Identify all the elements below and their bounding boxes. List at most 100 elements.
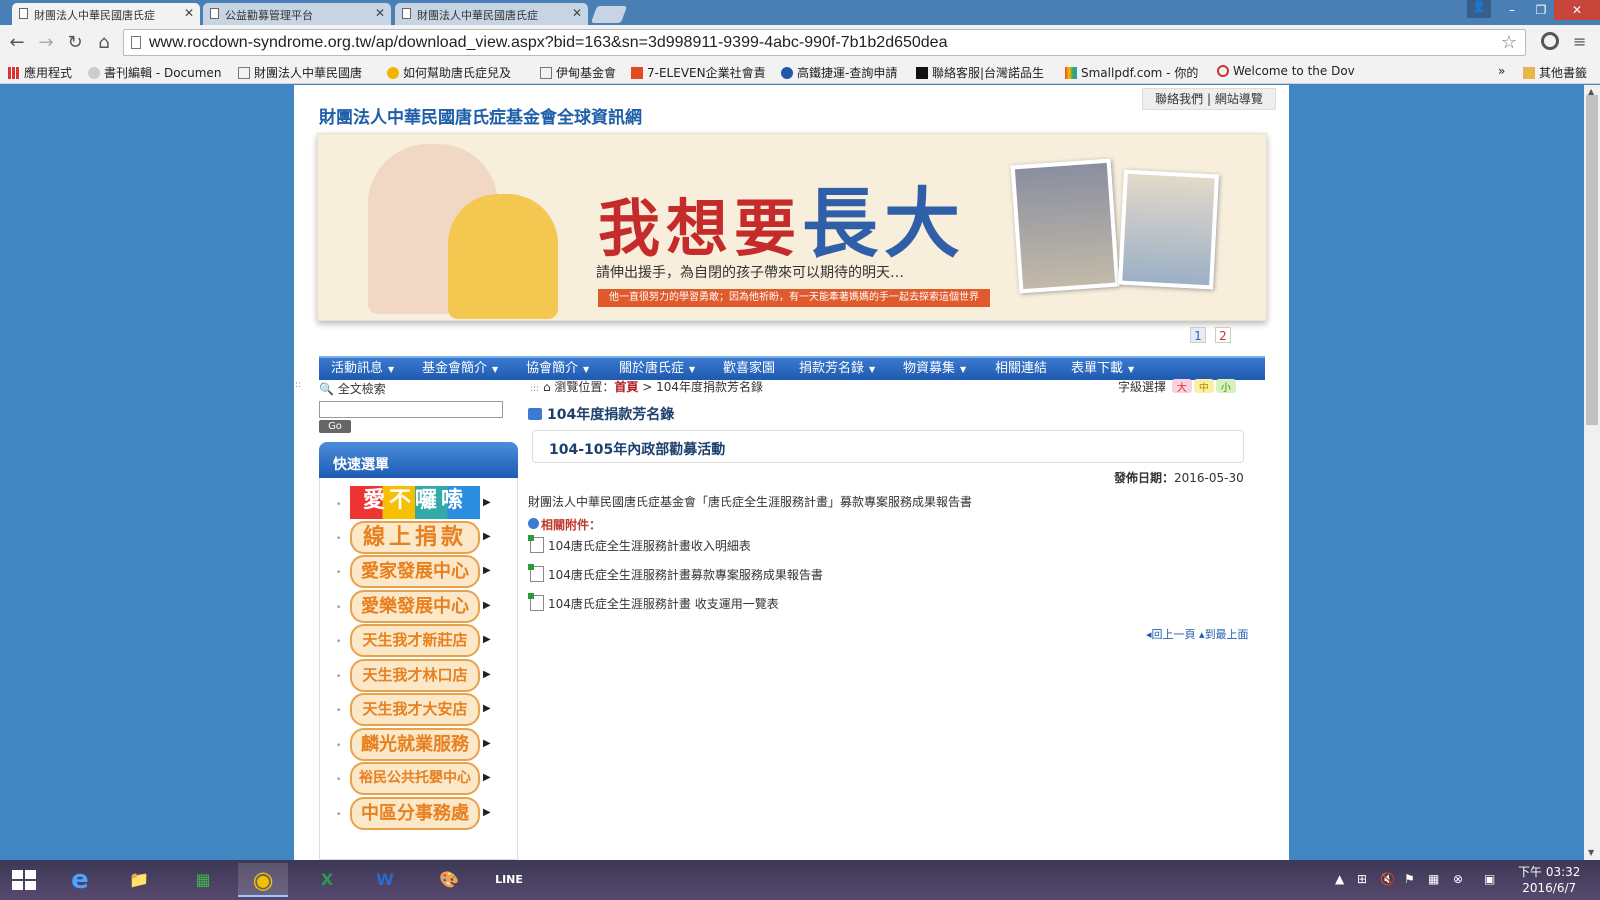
bookmark-item[interactable]: 聯絡客服|台灣諾品生 [916, 64, 1054, 81]
nav-item[interactable]: 活動訊息 ▼ [331, 358, 394, 381]
tab-2[interactable]: 財團法人中華民國唐氏症 ✕ [395, 3, 588, 25]
notification-icon[interactable]: ▣ [1484, 872, 1495, 886]
publish-date: 發佈日期：2016-05-30 [1114, 469, 1244, 486]
chrome-icon[interactable]: ◉ [238, 863, 288, 897]
search-go-button[interactable]: Go [319, 420, 351, 433]
bookmark-label: 伊甸基金會 [556, 66, 617, 80]
reload-icon[interactable]: ↻ [63, 31, 87, 55]
ie-icon[interactable]: e [55, 863, 105, 897]
windows-flag-icon[interactable]: ⊞ [1357, 872, 1367, 886]
nav-item[interactable]: 基金會簡介 ▼ [422, 358, 498, 381]
banner-page-1[interactable]: 1 [1190, 327, 1206, 343]
user-icon[interactable]: 👤 [1467, 0, 1491, 18]
nav-item[interactable]: 捐款芳名錄 ▼ [799, 358, 875, 381]
clock[interactable]: 下午 03:32 2016/6/7 [1518, 864, 1580, 896]
quick-menu-item[interactable]: 愛樂發展中心 [350, 590, 480, 623]
bookmarks-overflow[interactable]: » [1498, 64, 1505, 78]
font-size-selector: 字級選擇 大中小 [1118, 378, 1236, 395]
excel-icon[interactable]: X [302, 863, 352, 897]
start-button[interactable] [12, 870, 36, 890]
bookmark-favicon-icon [1065, 67, 1077, 79]
close-icon[interactable]: ✕ [572, 6, 582, 20]
scrollbar[interactable]: ▲ ▼ [1584, 85, 1600, 860]
attachment-link[interactable]: 104唐氏症全生涯服務計畫 收支運用一覽表 [528, 593, 779, 612]
bookmark-item[interactable]: Smallpdf.com - 你的 [1065, 64, 1203, 81]
file-explorer-icon[interactable]: 📁 [114, 863, 164, 897]
flag-icon[interactable]: ⚑ [1404, 872, 1415, 886]
scrollbar-thumb[interactable] [1586, 95, 1598, 425]
breadcrumb-home-link[interactable]: 首頁 [614, 380, 638, 394]
nav-item[interactable]: 相關連結 [995, 358, 1047, 380]
close-circle-icon[interactable]: ⊗ [1453, 872, 1463, 886]
main-nav: 活動訊息 ▼ 基金會簡介 ▼ 協會簡介 ▼ 關於唐氏症 ▼ 歡喜家園 捐款芳名錄 ▼ 物資… [319, 356, 1265, 380]
tab-strip: 財團法人中華民國唐氏症 ✕ 公益勸募管理平台 ✕ 財團法人中華民國唐氏症 ✕ 👤… [0, 0, 1600, 25]
nav-label: 表單下載 [1071, 361, 1124, 376]
network-icon[interactable]: ▦ [1428, 872, 1439, 886]
other-bookmarks[interactable]: 其他書籤 [1523, 64, 1587, 81]
tab-0[interactable]: 財團法人中華民國唐氏症 ✕ [12, 3, 200, 25]
attachment-label: 104唐氏症全生涯服務計畫募款專案服務成果報告書 [548, 568, 823, 582]
nav-item[interactable]: 物資募集 ▼ [903, 358, 966, 381]
quick-menu-item[interactable]: 天生我才大安店 [350, 693, 480, 726]
volume-muted-icon[interactable]: 🔇 [1380, 872, 1395, 886]
contact-link[interactable]: 聯絡我們 [1155, 92, 1203, 106]
quick-menu-item[interactable]: 天生我才新莊店 [350, 624, 480, 657]
page-icon [19, 8, 28, 19]
tab-1[interactable]: 公益勸募管理平台 ✕ [203, 3, 391, 25]
address-bar[interactable]: www.rocdown-syndrome.org.tw/ap/download_… [123, 29, 1526, 56]
web-page: 財團法人中華民國唐氏症基金會全球資訊網 聯絡我們 | 網站導覽 我想要長大 請伸… [292, 85, 1289, 860]
quick-menu-item[interactable]: 中區分事務處 [350, 797, 480, 830]
quick-menu-item[interactable]: 愛家發展中心 [350, 555, 480, 588]
menu-icon[interactable]: ≡ [1573, 32, 1586, 51]
bookmark-item[interactable]: 伊甸基金會 [540, 64, 616, 81]
font-large-button[interactable]: 大 [1171, 379, 1192, 394]
to-top-link[interactable]: ▴到最上面 [1199, 628, 1249, 641]
minimize-button[interactable]: – [1497, 0, 1527, 20]
banner[interactable]: 我想要長大 請伸出援手，為自閉的孩子帶來可以期待的明天… 他一直很努力的學習勇敢… [317, 133, 1267, 321]
bookmark-apps[interactable]: 應用程式 [8, 64, 72, 81]
quick-menu-item[interactable]: 裕民公共托嬰中心 [350, 762, 480, 795]
restore-button[interactable]: ❐ [1526, 0, 1556, 20]
back-arrow-icon[interactable]: ← [5, 31, 29, 55]
bookmark-item[interactable]: 書刊編輯 - Documen [88, 64, 224, 81]
banner-page-2[interactable]: 2 [1215, 327, 1231, 343]
close-icon[interactable]: ✕ [184, 6, 194, 20]
store-icon[interactable]: ▦ [178, 863, 228, 897]
attachment-link[interactable]: 104唐氏症全生涯服務計畫收入明細表 [528, 535, 751, 554]
nav-item[interactable]: 歡喜家園 [723, 358, 775, 380]
quick-menu-item[interactable]: 麟光就業服務 [350, 728, 480, 761]
banner-photo [1010, 158, 1120, 294]
close-window-button[interactable]: ✕ [1554, 0, 1600, 20]
scroll-down-icon[interactable]: ▼ [1588, 848, 1594, 857]
bookmark-item[interactable]: 高鐵捷運-查詢申請 [781, 64, 905, 81]
search-input[interactable] [319, 401, 503, 418]
close-icon[interactable]: ✕ [375, 6, 385, 20]
home-icon[interactable]: ⌂ [92, 31, 116, 55]
quick-menu-item[interactable]: 線上捐款 [350, 521, 480, 554]
quick-menu-item[interactable]: 愛不囉嗦 [350, 486, 480, 519]
bookmark-item[interactable]: 7-ELEVEN企業社會責 [631, 64, 767, 81]
font-medium-button[interactable]: 中 [1193, 379, 1214, 394]
attachment-link[interactable]: 104唐氏症全生涯服務計畫募款專案服務成果報告書 [528, 564, 823, 583]
bookmark-star-icon[interactable]: ☆ [1501, 32, 1517, 53]
back-link-label: 回上一頁 [1151, 628, 1196, 641]
bookmark-item[interactable]: 如何幫助唐氏症兒及 [387, 64, 527, 81]
new-tab-button[interactable] [590, 6, 628, 23]
section-title-text: 104年度捐款芳名錄 [547, 407, 675, 423]
line-icon[interactable]: LINE [484, 863, 534, 897]
url-text[interactable]: www.rocdown-syndrome.org.tw/ap/download_… [149, 34, 947, 52]
paint-icon[interactable]: 🎨 [424, 863, 474, 897]
bookmark-item[interactable]: Welcome to the Dov [1217, 64, 1355, 78]
tray-overflow-icon[interactable]: ▲ [1335, 872, 1344, 886]
font-small-button[interactable]: 小 [1215, 379, 1236, 394]
bookmark-item[interactable]: 財團法人中華民國唐 [238, 64, 376, 81]
word-icon[interactable]: W [360, 863, 410, 897]
chevron-down-icon: ▼ [869, 365, 876, 374]
extension-icon[interactable] [1541, 32, 1559, 50]
quick-menu-item[interactable]: 天生我才林口店 [350, 659, 480, 692]
back-link[interactable]: ◂回上一頁 [1146, 628, 1196, 641]
forward-arrow-icon[interactable]: → [34, 31, 58, 55]
sitemap-link[interactable]: 網站導覽 [1215, 92, 1263, 106]
site-title[interactable]: 財團法人中華民國唐氏症基金會全球資訊網 [319, 103, 642, 128]
start-tile [25, 881, 36, 890]
